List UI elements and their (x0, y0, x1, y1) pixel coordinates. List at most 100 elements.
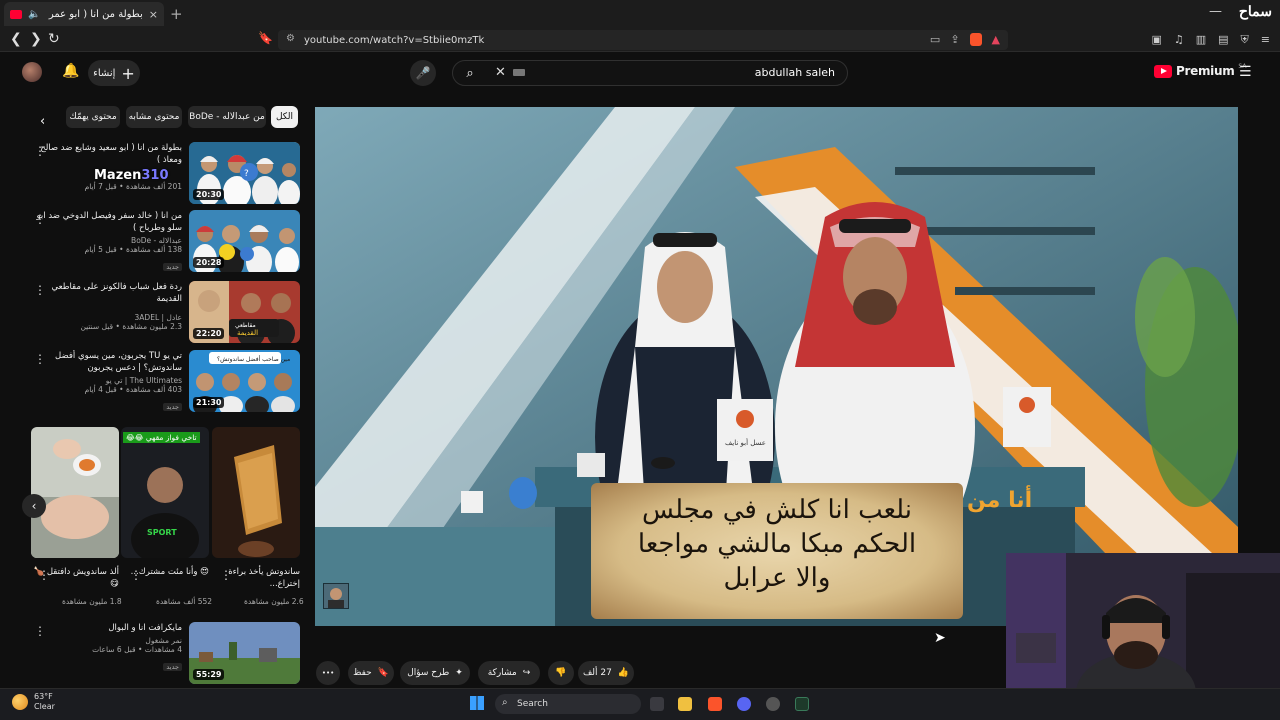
screenshot-icon[interactable]: ▣ (1151, 33, 1161, 47)
clear-search-icon[interactable]: ✕ (495, 65, 506, 80)
windows-start-icon[interactable] (470, 696, 484, 710)
browser-tab-active[interactable]: × بطولة من أنا ( ابو عمر وعادل ضد 🔈 (4, 2, 164, 26)
video-info: بطولة من انا ( ابو سعيد وشايع ضد صالح وم… (36, 142, 182, 191)
list-item[interactable]: 20:28 من انا ( خالد سفر وفيصل الدوخي ضد … (30, 210, 300, 274)
chip-all[interactable]: الكل (271, 106, 298, 128)
video-title[interactable]: مايكرافت انا و البوال (36, 622, 182, 634)
more-actions-icon[interactable]: ⋮ (38, 568, 50, 582)
minimize-button[interactable]: — (1209, 4, 1222, 19)
plus-icon: + (121, 63, 135, 83)
taskbar-search[interactable]: ⌕ Search (495, 694, 641, 714)
new-badge: جديد (163, 403, 182, 411)
short-thumbnail[interactable]: SPORT تاخي فواز مقهي 😂😂 (121, 427, 209, 558)
forward-icon[interactable]: ❯ (30, 31, 42, 47)
cast-icon[interactable]: ▭ (930, 33, 940, 46)
dislike-button[interactable]: 👎 (548, 661, 574, 685)
mute-icon[interactable]: 🔈 (28, 9, 40, 20)
more-actions-icon[interactable]: ⋮ (130, 568, 142, 582)
share-button[interactable]: ↪ مشاركة (478, 661, 540, 685)
channel-avatar[interactable] (323, 583, 349, 609)
search-button[interactable]: ⌕ (453, 61, 487, 85)
youtube-premium-logo[interactable]: Premium SA (1154, 63, 1246, 78)
video-thumbnail[interactable]: 55:29 (189, 622, 300, 684)
video-thumbnail[interactable]: مين صاحب أفضل ساندوتش؟ 21:30 (189, 350, 300, 412)
video-title[interactable]: بطولة من انا ( ابو سعيد وشايع ضد صالح وم… (36, 142, 182, 166)
list-item[interactable]: مين صاحب أفضل ساندوتش؟ 21:30 تي يو TU يج… (30, 350, 300, 414)
task-view-icon[interactable] (650, 697, 664, 711)
weather-widget[interactable]: 63°F Clear (12, 692, 55, 712)
chip-from-channel[interactable]: من عبدالاله - BoDe (188, 106, 266, 128)
svg-text:القديمة: القديمة (237, 329, 258, 337)
brave-browser-icon[interactable] (708, 697, 722, 711)
video-meta: 403 ألف مشاهدة • قبل 4 أيام (84, 385, 182, 394)
more-actions-icon[interactable]: ⋮ (34, 144, 46, 158)
watermark-name: Mazen (94, 168, 142, 183)
chip-for-you[interactable]: محتوى يهمّك (66, 106, 120, 128)
video-thumbnail[interactable]: مقاطعي القديمة 22:20 (189, 281, 300, 343)
url-field[interactable]: ⚙ youtube.com/watch?v=Stbiie0mzTk ▭ ⇪ ▲ (278, 30, 1008, 50)
like-button[interactable]: 👍 27 ألف (578, 661, 634, 685)
more-actions-icon[interactable]: ⋮ (34, 352, 46, 366)
reload-icon[interactable]: ↻ (48, 31, 60, 47)
bookmark-icon[interactable]: 🔖 (258, 31, 273, 45)
site-info-icon[interactable]: ⚙ (286, 33, 295, 44)
video-title[interactable]: من انا ( خالد سفر وفيصل الدوخي ضد ابو سل… (36, 210, 182, 234)
search-input[interactable]: ⌕ ✕ abdullah saleh (452, 60, 848, 86)
taskbar-search-label: Search (517, 699, 548, 709)
caption-line: نلعب انا كلش في مجلس (641, 495, 913, 525)
back-icon[interactable]: ❮ (10, 31, 22, 47)
shorts-prev-button[interactable]: ‹ (22, 494, 46, 518)
channel-name[interactable]: The Ultimates | تي يو (36, 376, 182, 385)
more-actions-icon[interactable]: ⋮ (220, 568, 232, 582)
weather-sun-icon (12, 694, 28, 710)
video-player[interactable]: عسل أبو نايف أنا من نلعب انا كلش في مجلس… (315, 107, 1238, 626)
short-thumbnail[interactable] (212, 427, 300, 558)
avatar[interactable] (22, 62, 42, 82)
channel-name[interactable]: عبدالاله - BoDe (36, 236, 182, 245)
discord-icon[interactable] (737, 697, 751, 711)
notifications-bell-icon[interactable]: 🔔 (62, 63, 79, 79)
browser-tabbar: × بطولة من أنا ( ابو عمر وعادل ضد 🔈 + — … (0, 0, 1280, 28)
new-tab-button[interactable]: + (170, 5, 183, 23)
bookmark-save-icon: 🔖 (377, 668, 389, 678)
short-thumbnail[interactable] (31, 427, 119, 558)
obs-icon[interactable] (766, 697, 780, 711)
brave-rewards-icon[interactable]: ▲ (992, 33, 1000, 46)
channel-name[interactable]: عادل | 3ADEL (36, 313, 182, 322)
sidebar-icon[interactable]: ▥ (1196, 33, 1206, 47)
podium-sign-left: عسل أبو نايف (725, 438, 766, 447)
more-actions-icon[interactable]: ⋮ (34, 624, 46, 638)
media-icon[interactable]: ♫ (1174, 33, 1184, 47)
more-actions-icon[interactable]: ⋮ (34, 212, 46, 226)
ask-button[interactable]: ✦ طرح سؤال (400, 661, 470, 685)
save-button[interactable]: 🔖 حفظ (348, 661, 394, 685)
file-explorer-icon[interactable] (678, 697, 692, 711)
list-item[interactable]: 55:29 مايكرافت انا و البوال نمر مشغول 4 … (30, 622, 300, 686)
taskbar-search-icon: ⌕ (502, 697, 508, 708)
guide-menu-icon[interactable]: ☰ (1239, 64, 1252, 80)
video-thumbnail[interactable]: ? 20:30 (189, 142, 300, 204)
address-bar: ❮ ❯ ↻ 🔖 ⚙ youtube.com/watch?v=Stbiie0mzT… (0, 28, 1280, 52)
channel-name[interactable]: نمر مشغول (36, 636, 182, 645)
new-badge: جديد (163, 263, 182, 271)
browser-menu-icon[interactable]: ≡ (1261, 33, 1270, 47)
create-button[interactable]: إنشاء + (88, 60, 140, 86)
show-logo-text: أنا من (967, 484, 1032, 513)
app-icon[interactable] (795, 697, 809, 711)
svg-text:?: ? (244, 169, 249, 179)
tab-close-icon[interactable]: × (149, 8, 158, 21)
voice-search-button[interactable]: 🎤 (410, 60, 436, 86)
video-thumbnail[interactable]: 20:28 (189, 210, 300, 272)
keyboard-icon[interactable] (513, 69, 525, 76)
video-title[interactable]: ردة فعل شباب فالكونز على مقاطعي القديمة (36, 281, 182, 305)
vpn-icon[interactable]: ⛨ (1241, 33, 1249, 47)
chips-back-chevron-icon[interactable]: ‹ (40, 114, 45, 129)
brave-shields-icon[interactable] (969, 33, 982, 46)
list-item[interactable]: مقاطعي القديمة 22:20 ردة فعل شباب فالكون… (30, 281, 300, 345)
video-title[interactable]: تي يو TU يجربون، مين يسوي أفضل ساندوتش؟ … (36, 350, 182, 374)
chip-related[interactable]: محتوى مشابه (126, 106, 182, 128)
more-button[interactable]: ••• (316, 661, 340, 685)
more-actions-icon[interactable]: ⋮ (34, 283, 46, 297)
wallet-icon[interactable]: ▤ (1218, 33, 1228, 47)
share-icon[interactable]: ⇪ (950, 33, 959, 46)
